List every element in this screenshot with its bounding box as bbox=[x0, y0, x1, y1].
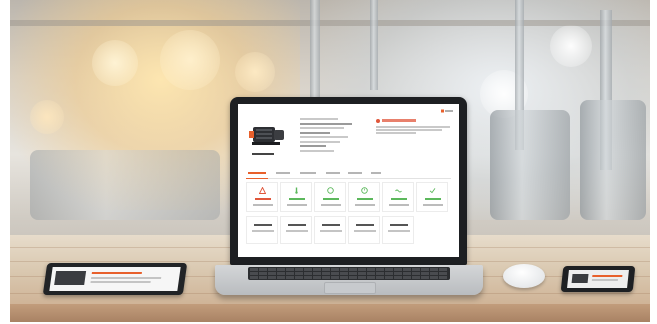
phone-screen bbox=[567, 270, 629, 288]
spec-line bbox=[300, 136, 348, 138]
kpi-label bbox=[321, 204, 341, 206]
product-spec-list bbox=[300, 118, 372, 154]
kpi-label bbox=[355, 204, 375, 206]
photo-scene bbox=[10, 0, 650, 322]
metric-card[interactable] bbox=[382, 216, 414, 244]
brand-logo-icon bbox=[441, 109, 453, 113]
tablet-screen bbox=[49, 267, 181, 291]
kpi-value bbox=[425, 198, 441, 200]
kpi-card-speed[interactable] bbox=[348, 182, 380, 212]
kpi-card-alarm[interactable] bbox=[246, 182, 278, 212]
bokeh-light bbox=[235, 52, 275, 92]
steel-pipe bbox=[370, 0, 378, 90]
metric-card[interactable] bbox=[314, 216, 346, 244]
alert-title bbox=[382, 119, 416, 122]
tab-active[interactable] bbox=[248, 172, 266, 174]
tab[interactable] bbox=[300, 172, 316, 174]
kpi-value bbox=[255, 198, 271, 200]
kpi-card-runtime[interactable] bbox=[314, 182, 346, 212]
warning-icon bbox=[259, 187, 266, 194]
spec-line bbox=[300, 149, 334, 152]
laptop-base bbox=[215, 265, 483, 295]
bokeh-light bbox=[550, 25, 592, 67]
check-icon bbox=[429, 188, 436, 194]
computer-mouse bbox=[503, 264, 545, 288]
table-edge bbox=[10, 304, 650, 322]
alert-detail-line bbox=[376, 132, 416, 134]
tablet-device bbox=[42, 263, 188, 295]
laptop-screen bbox=[238, 104, 459, 257]
metric-card[interactable] bbox=[246, 216, 278, 244]
spec-line bbox=[300, 145, 326, 147]
bokeh-light bbox=[160, 30, 220, 90]
bokeh-light bbox=[92, 40, 138, 86]
bokeh-light bbox=[30, 100, 64, 134]
tab-bar bbox=[246, 170, 451, 179]
ceiling-beam bbox=[10, 20, 650, 26]
steel-counter bbox=[30, 150, 220, 220]
product-model-label bbox=[252, 153, 274, 155]
alert-panel bbox=[376, 118, 452, 138]
clock-icon bbox=[361, 187, 368, 194]
kpi-label bbox=[253, 204, 273, 206]
spec-line bbox=[300, 118, 338, 120]
vacuum-pump-product-image bbox=[249, 127, 284, 145]
kpi-card-status[interactable] bbox=[416, 182, 448, 212]
laptop-keyboard bbox=[248, 267, 450, 280]
tab[interactable] bbox=[348, 172, 362, 174]
kpi-card-pressure[interactable] bbox=[280, 182, 312, 212]
kpi-label bbox=[423, 204, 443, 206]
kpi-label bbox=[389, 204, 409, 206]
spec-line bbox=[300, 131, 330, 134]
steel-tank bbox=[490, 110, 570, 220]
tab-active-underline bbox=[246, 178, 268, 179]
thermometer-icon bbox=[295, 187, 298, 194]
alert-detail-line bbox=[376, 129, 442, 131]
spec-line bbox=[300, 122, 352, 125]
tab[interactable] bbox=[326, 172, 340, 174]
kpi-value bbox=[391, 198, 407, 200]
kpi-value bbox=[323, 198, 339, 200]
tab[interactable] bbox=[371, 172, 381, 174]
kpi-card-flow[interactable] bbox=[382, 182, 414, 212]
laptop-trackpad bbox=[324, 282, 376, 294]
gauge-icon bbox=[327, 187, 334, 194]
alert-icon bbox=[376, 119, 380, 123]
flow-icon bbox=[395, 189, 402, 193]
steel-pipe bbox=[310, 0, 320, 110]
spec-line bbox=[300, 127, 344, 129]
metric-card[interactable] bbox=[280, 216, 312, 244]
kpi-value bbox=[289, 198, 305, 200]
kpi-value bbox=[357, 198, 373, 200]
steel-tank bbox=[580, 100, 646, 220]
spec-line bbox=[300, 140, 340, 143]
laptop-lid bbox=[230, 97, 467, 265]
smartphone-device bbox=[560, 266, 636, 292]
alert-detail-line bbox=[376, 126, 450, 128]
tab[interactable] bbox=[276, 172, 290, 174]
kpi-label bbox=[287, 204, 307, 206]
metric-card[interactable] bbox=[348, 216, 380, 244]
